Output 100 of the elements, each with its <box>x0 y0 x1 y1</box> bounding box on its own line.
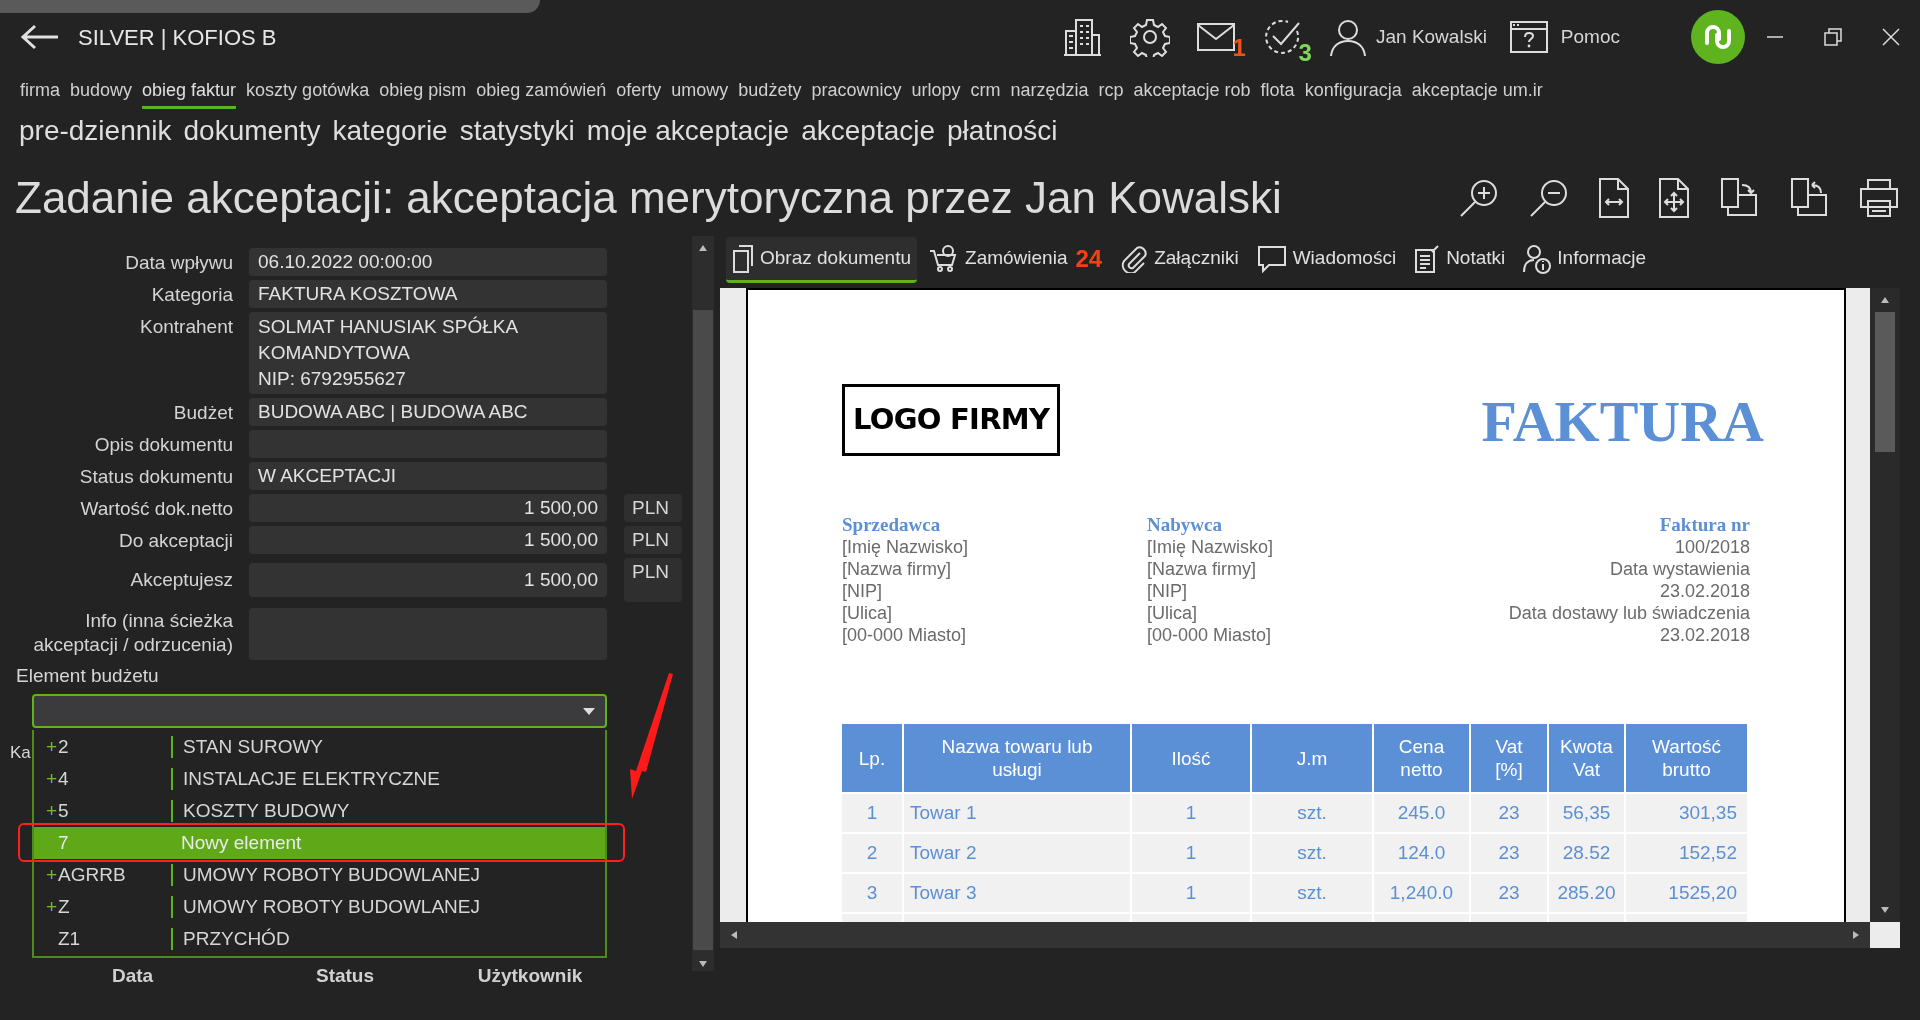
document-icon <box>732 244 754 273</box>
dropdown-caret-icon[interactable] <box>583 707 595 715</box>
print-icon[interactable] <box>1858 177 1900 219</box>
menu-item[interactable]: umowy <box>671 77 729 109</box>
menu-item[interactable]: akceptacje um.ir <box>1411 77 1543 109</box>
address-line: [Ulica] <box>1147 602 1197 624</box>
menu-item[interactable]: konfiguracja <box>1304 77 1402 109</box>
viewer-tab[interactable]: Załączniki <box>1114 237 1245 283</box>
currency-label: PLN <box>624 526 682 554</box>
field-label: Status dokumentu <box>78 465 233 489</box>
dropdown-option[interactable]: +Z UMOWY ROBOTY BUDOWLANEJ <box>34 891 605 923</box>
order-count: 24 <box>1075 243 1103 274</box>
viewer-tab[interactable]: Wiadomości <box>1250 237 1403 283</box>
vertical-scrollbar[interactable] <box>1870 288 1900 922</box>
settings-icon[interactable] <box>1129 17 1170 57</box>
submenu-item[interactable]: akceptacje <box>801 110 936 154</box>
notification-count: 1 <box>1232 33 1246 63</box>
menu-item[interactable]: obieg pism <box>379 77 467 109</box>
viewer-tab[interactable]: Obraz dokumentu <box>726 237 918 283</box>
dropdown-option[interactable]: Z1 PRZYCHÓD <box>34 923 605 955</box>
menu-item[interactable]: budowy <box>70 77 133 109</box>
submenu-item[interactable]: statystyki <box>459 110 575 154</box>
user-icon[interactable] <box>1327 17 1368 57</box>
address-line: [Ulica] <box>842 602 892 624</box>
field-value: BUDOWA ABC | BUDOWA ABC <box>249 398 607 426</box>
user-info-icon <box>1523 243 1552 274</box>
dropdown-option[interactable]: +4 INSTALACJE ELEKTRYCZNE <box>34 763 605 795</box>
fit-page-icon[interactable] <box>1658 177 1690 219</box>
submenu-item[interactable]: płatności <box>947 110 1058 154</box>
address-line: Data dostawy lub świadczenia <box>1508 602 1750 624</box>
field-label: Opis dokumentu <box>93 433 233 457</box>
menu-item[interactable]: urlopy <box>911 77 961 109</box>
scroll-up-icon[interactable] <box>698 244 708 252</box>
submenu-item[interactable]: kategorie <box>332 110 448 154</box>
building-icon[interactable] <box>1061 17 1102 57</box>
scrollbar-thumb[interactable] <box>693 310 713 950</box>
dropdown[interactable] <box>32 694 607 728</box>
menu-item[interactable]: budżety <box>738 77 802 109</box>
menu-item[interactable]: rcp <box>1098 77 1124 109</box>
field-label: Data wpływu <box>124 251 233 275</box>
notification-count: 3 <box>1298 38 1312 68</box>
menu-item[interactable]: obieg zamówień <box>476 77 607 109</box>
back-arrow-icon[interactable] <box>20 24 60 50</box>
address-line: [Imię Nazwisko] <box>1147 536 1274 558</box>
help-window-icon[interactable] <box>1508 20 1549 54</box>
scroll-up-icon[interactable] <box>1880 296 1890 304</box>
paperclip-icon <box>1120 244 1149 273</box>
scroll-left-icon[interactable] <box>730 930 738 940</box>
field-label: Info (inna ścieżka akceptacji / odrzucenia) <box>32 609 233 657</box>
viewer-tab[interactable]: Informacje <box>1517 237 1652 283</box>
field-label: Do akceptacji <box>117 529 233 553</box>
submenu-item[interactable]: pre-dziennik <box>19 110 172 154</box>
dropdown-option[interactable]: +2 STAN SUROWY <box>34 731 605 763</box>
section-heading: Faktura nr <box>1659 514 1750 536</box>
fit-width-icon[interactable] <box>1598 177 1630 219</box>
menu-item[interactable]: akceptacje rob <box>1133 77 1251 109</box>
scroll-right-icon[interactable] <box>1852 930 1860 940</box>
menu-item[interactable]: crm <box>970 77 1001 109</box>
table-cell-text: 3 <box>865 880 879 905</box>
viewer-tab[interactable]: Notatki <box>1408 237 1512 283</box>
address-line: 23.02.2018 <box>1659 624 1750 646</box>
envelope-icon[interactable] <box>1195 22 1236 52</box>
field-label: Wartość dok.netto <box>79 497 233 521</box>
menu-item[interactable]: narzędzia <box>1010 77 1089 109</box>
menu-item[interactable]: pracownicy <box>811 77 902 109</box>
submenu-item[interactable]: dokumenty <box>183 110 321 154</box>
currency-label: PLN <box>624 494 682 522</box>
field-label: Budżet <box>172 401 233 425</box>
scroll-down-icon[interactable] <box>1880 906 1890 914</box>
submenu-item[interactable]: moje akceptacje <box>586 110 790 154</box>
zoom-out-icon[interactable] <box>1528 177 1570 219</box>
close-icon[interactable] <box>1882 28 1900 46</box>
rotate-left-icon[interactable] <box>1788 177 1830 219</box>
dropdown-option[interactable]: +AGRRB UMOWY ROBOTY BUDOWLANEJ <box>34 859 605 891</box>
dropdown-option[interactable]: +5 KOSZTY BUDOWY <box>34 795 605 827</box>
field-value: SOLMAT HANUSIAK SPÓŁKA KOMANDYTOWA NIP: 6792955627 <box>249 312 607 394</box>
restore-icon[interactable] <box>1824 28 1842 46</box>
input-field[interactable]: 1 500,00 <box>249 563 607 597</box>
column-header: Użytkownik <box>476 964 584 988</box>
rotate-right-icon[interactable] <box>1718 177 1760 219</box>
viewer-tab[interactable]: Zamówienia 24 <box>923 237 1109 283</box>
horizontal-scrollbar[interactable] <box>720 922 1870 948</box>
column-header: Status <box>314 964 376 988</box>
menu-item[interactable]: flota <box>1260 77 1295 109</box>
address-line: Data wystawienia <box>1609 558 1750 580</box>
table-header: Lp. <box>857 746 887 771</box>
scrollbar[interactable] <box>692 236 714 971</box>
scrollbar-thumb[interactable] <box>1875 312 1895 452</box>
address-line: [00-000 Miasto] <box>1147 624 1272 646</box>
invoice-title: FAKTURA <box>1481 392 1764 452</box>
help-link[interactable]: Pomoc <box>1560 22 1620 52</box>
menu-item[interactable]: oferty <box>616 77 662 109</box>
user-name[interactable]: Jan Kowalski <box>1375 22 1487 52</box>
address-line: [Nazwa firmy] <box>842 558 951 580</box>
scroll-down-icon[interactable] <box>698 960 708 968</box>
menu-item[interactable]: firma <box>20 77 60 109</box>
address-line: [NIP] <box>842 580 882 602</box>
zoom-in-icon[interactable] <box>1458 177 1500 219</box>
menu-item[interactable]: obieg faktur <box>142 77 237 109</box>
menu-item[interactable]: koszty gotówka <box>246 77 370 109</box>
